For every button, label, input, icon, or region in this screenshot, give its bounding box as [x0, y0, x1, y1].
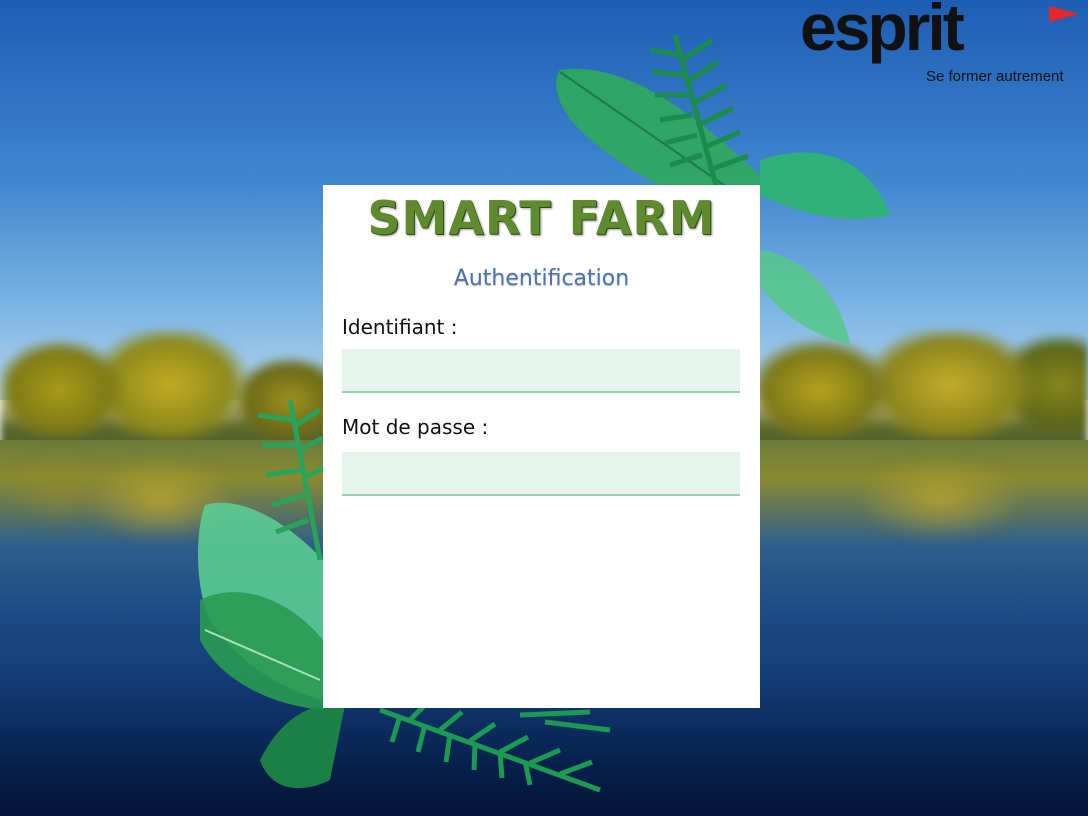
- app-title: SMART FARM: [367, 191, 716, 245]
- page-subtitle: Authentification: [453, 266, 630, 291]
- login-card: SMART FARM Authentification Identifiant …: [323, 185, 760, 708]
- password-field[interactable]: [342, 452, 740, 496]
- esprit-logo: esprit Se former autrement: [800, 0, 1088, 90]
- username-field[interactable]: [342, 349, 740, 393]
- username-label: Identifiant :: [342, 315, 458, 339]
- logo-flag-icon: [1049, 6, 1079, 22]
- logo-tagline: Se former autrement: [926, 68, 1064, 85]
- password-label: Mot de passe :: [342, 415, 489, 439]
- logo-wordmark: esprit: [800, 0, 965, 64]
